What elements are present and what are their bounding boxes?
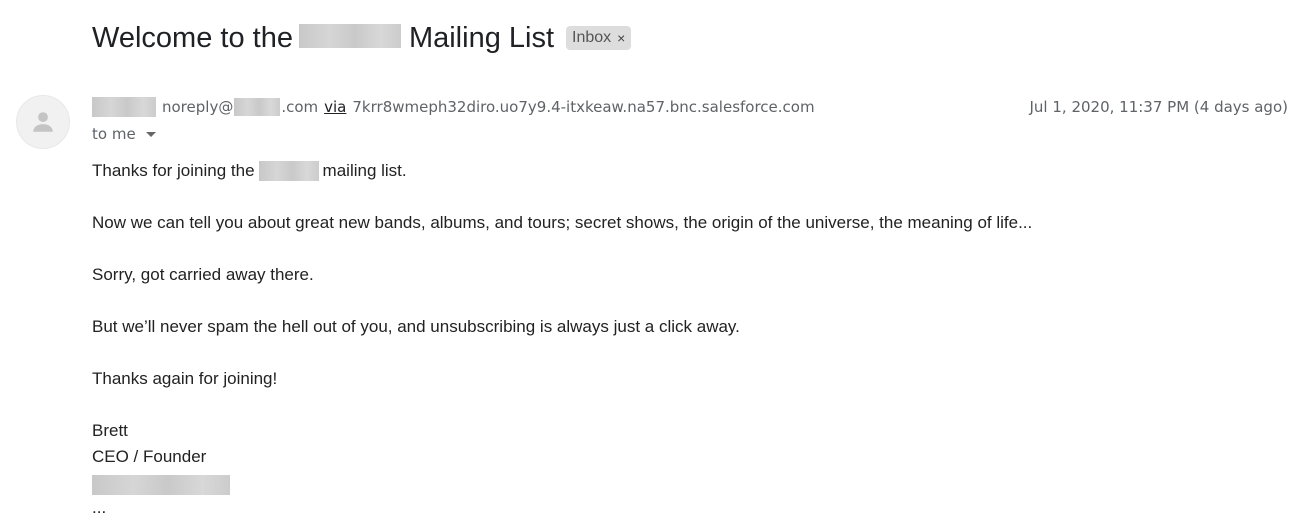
- redacted-org-name: [298, 23, 401, 48]
- subject-end: Mailing List: [408, 21, 555, 54]
- signature-title: CEO / Founder: [92, 447, 207, 466]
- redacted-sender-name: [92, 97, 156, 117]
- body-paragraph-4: But we’ll never spam the hell out of you…: [92, 317, 740, 336]
- email-date[interactable]: Jul 1, 2020, 11:37 PM (4 days ago): [1030, 94, 1289, 120]
- body-paragraph-2: Now we can tell you about great new band…: [92, 213, 1033, 232]
- body-paragraph-1: Thanks for joining the mailing list.: [92, 158, 1032, 184]
- recipient-label: to me: [92, 125, 136, 143]
- sender-email-prefix: noreply@: [162, 98, 234, 116]
- redacted-signature-line: [92, 475, 230, 495]
- p1-start: Thanks for joining the: [92, 161, 255, 180]
- subject-start: Welcome to the: [92, 21, 293, 54]
- email-subject: Welcome to the Mailing List: [92, 22, 554, 55]
- close-icon[interactable]: ×: [617, 30, 625, 46]
- via-link[interactable]: via: [324, 98, 346, 116]
- recipient-row[interactable]: to me: [92, 123, 156, 145]
- body-paragraph-3: Sorry, got carried away there.: [92, 265, 314, 284]
- via-domain: 7krr8wmeph32diro.uo7y9.4-itxkeaw.na57.bn…: [352, 98, 815, 116]
- sender-info: noreply@ .com via 7krr8wmeph32diro.uo7y9.…: [92, 94, 815, 120]
- body-paragraph-5: Thanks again for joining!: [92, 369, 278, 388]
- p1-end: mailing list.: [322, 161, 407, 180]
- sender-email-suffix: .com: [281, 98, 319, 116]
- person-silhouette-icon: [33, 112, 53, 132]
- inbox-label[interactable]: Inbox: [572, 29, 611, 47]
- show-trimmed-content[interactable]: ...: [92, 495, 1032, 521]
- inbox-label-chip[interactable]: Inbox ×: [566, 26, 632, 50]
- caret-down-icon[interactable]: [145, 131, 156, 137]
- signature-name: Brett: [92, 421, 128, 440]
- person-avatar-icon[interactable]: [16, 95, 70, 149]
- email-body: Thanks for joining the mailing list. Now …: [92, 158, 1032, 521]
- redacted-org-name-body: [258, 160, 319, 181]
- email-subject-row: Welcome to the Mailing List Inbox ×: [92, 18, 632, 58]
- redacted-email-domain: [234, 98, 281, 116]
